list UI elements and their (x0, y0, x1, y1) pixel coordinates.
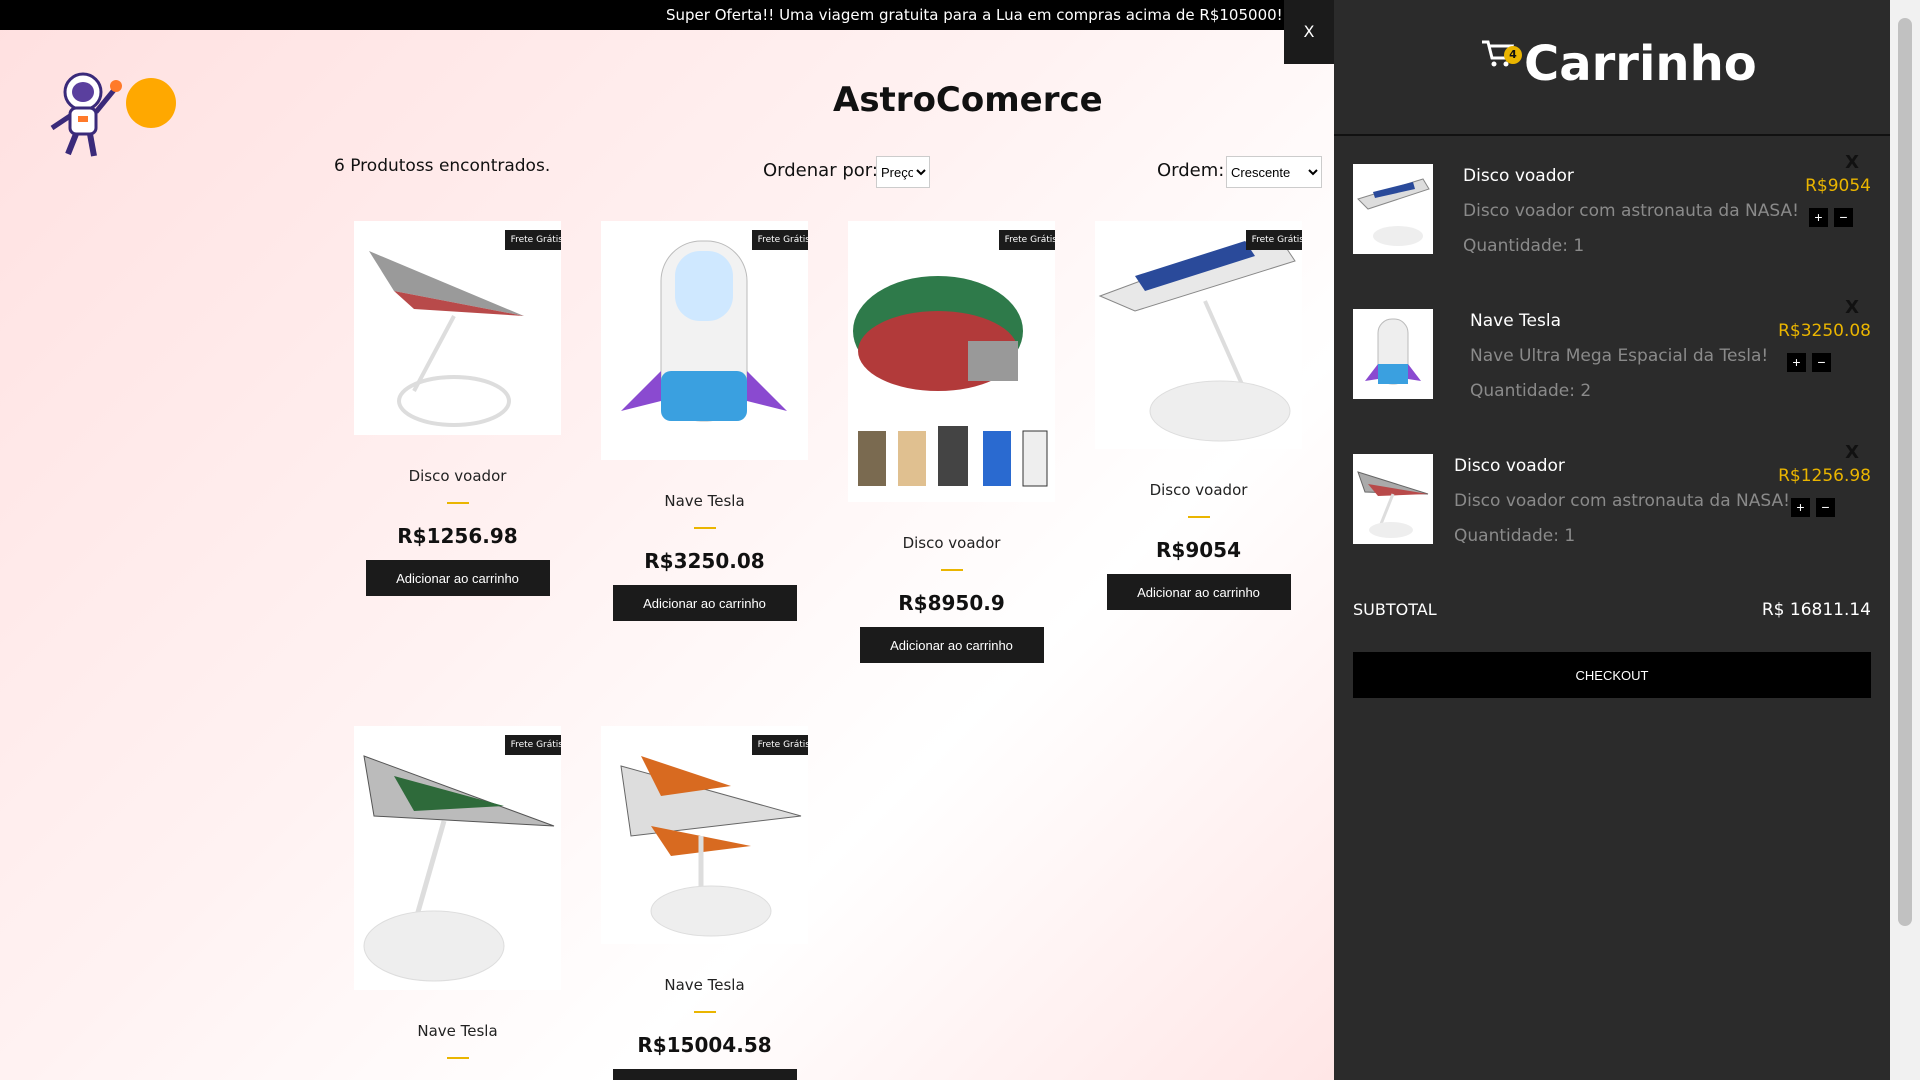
product-card: Frete Grátis Nave Tesla R$15004.58 (581, 726, 828, 1080)
separator (1187, 516, 1210, 518)
product-card: Frete Grátis Disco voador R$9054 Adicion… (1075, 221, 1322, 610)
product-price: R$3250.08 (644, 549, 765, 573)
add-to-cart-button[interactable] (612, 1069, 797, 1080)
free-shipping-badge: Frete Grátis (504, 230, 561, 250)
product-price: R$15004.58 (637, 1033, 772, 1057)
increase-quantity-button[interactable]: + (1787, 353, 1806, 372)
product-image[interactable]: Frete Grátis (1095, 221, 1302, 449)
free-shipping-badge: Frete Grátis (751, 735, 808, 755)
cart-item-description: Disco voador com astronauta da NASA! (1454, 491, 1790, 511)
add-to-cart-button[interactable]: Adicionar ao carrinho (1106, 574, 1291, 610)
cart-item-image (1353, 164, 1433, 254)
cart-item-name: Disco voador (1463, 166, 1574, 186)
cart-item-description: Disco voador com astronauta da NASA! (1463, 201, 1799, 221)
close-cart-button[interactable]: X (1284, 0, 1334, 64)
product-image[interactable]: Frete Grátis (601, 726, 808, 944)
spaceship-icon (620, 756, 802, 937)
separator (940, 569, 963, 571)
cart-panel: 4 Carrinho Disco voador Disco voador com… (1334, 0, 1890, 1080)
sort-label: Ordenar por: (763, 160, 878, 181)
product-price: R$1256.98 (397, 524, 518, 548)
product-name: Nave Tesla (417, 1022, 498, 1040)
cart-item: Disco voador Disco voador com astronauta… (1353, 442, 1871, 546)
spaceship-icon (853, 276, 1048, 487)
separator (693, 527, 716, 529)
decrease-quantity-button[interactable]: − (1834, 208, 1853, 227)
product-name: Disco voador (902, 534, 1001, 552)
product-card: Frete Grátis Disco voador R$1256.98 Adic… (334, 221, 581, 596)
product-card: Frete Grátis Nave Tesla (334, 726, 581, 1059)
cart-item-image (1353, 309, 1433, 399)
product-image[interactable]: Frete Grátis (848, 221, 1055, 502)
product-card: Frete Grátis Nave Tesla R$3250.08 Adicio… (581, 221, 828, 621)
product-card: Frete Grátis Disco voador R$8950.9 Adici… (828, 221, 1075, 663)
increase-quantity-button[interactable]: + (1791, 498, 1810, 517)
cart-item-price: R$9054 (1805, 176, 1871, 196)
add-to-cart-button[interactable]: Adicionar ao carrinho (859, 627, 1044, 663)
order-label: Ordem: (1157, 160, 1225, 181)
remove-item-button[interactable]: X (1845, 442, 1859, 463)
spaceship-icon (363, 755, 555, 982)
cart-item-description: Nave Ultra Mega Espacial da Tesla! (1470, 346, 1769, 366)
separator (446, 502, 469, 504)
spaceship-icon (1098, 230, 1296, 442)
free-shipping-badge: Frete Grátis (998, 230, 1055, 250)
cart-item-price: R$1256.98 (1778, 466, 1871, 486)
remove-item-button[interactable]: X (1845, 297, 1859, 318)
product-price: R$8950.9 (898, 591, 1005, 615)
remove-item-button[interactable]: X (1845, 152, 1859, 173)
product-image[interactable]: Frete Grátis (354, 726, 561, 990)
product-name: Nave Tesla (664, 976, 745, 994)
increase-quantity-button[interactable]: + (1809, 208, 1828, 227)
product-price: R$9054 (1156, 538, 1241, 562)
cart-item-quantity: Quantidade: 1 (1454, 526, 1576, 546)
cart-item: Disco voador Disco voador com astronauta… (1353, 152, 1871, 256)
cart-title: Carrinho (1524, 36, 1757, 92)
cart-item: Nave Tesla Nave Ultra Mega Espacial da T… (1353, 297, 1871, 401)
add-to-cart-button[interactable]: Adicionar ao carrinho (612, 585, 797, 621)
product-name: Nave Tesla (664, 492, 745, 510)
product-name: Disco voador (408, 467, 507, 485)
product-name: Disco voador (1149, 481, 1248, 499)
separator (693, 1011, 716, 1013)
cart-item-image (1353, 454, 1433, 544)
free-shipping-badge: Frete Grátis (751, 230, 808, 250)
astronaut-logo-icon (50, 72, 122, 157)
cart-header: 4 Carrinho (1334, 0, 1890, 136)
spaceship-icon (369, 251, 524, 427)
free-shipping-badge: Frete Grátis (504, 735, 561, 755)
scrollbar-thumb[interactable] (1898, 18, 1912, 926)
rocket-icon (621, 240, 787, 422)
subtotal-value: R$ 16811.14 (1761, 600, 1871, 620)
separator (446, 1057, 469, 1059)
scrollbar[interactable] (1890, 0, 1920, 1080)
cart-item-quantity: Quantidade: 1 (1463, 236, 1585, 256)
cart-item-name: Nave Tesla (1470, 311, 1562, 331)
decrease-quantity-button[interactable]: − (1812, 353, 1831, 372)
promo-banner: Super Oferta!! Uma viagem gratuita para … (0, 0, 1334, 30)
logo-dot (126, 78, 176, 128)
product-image[interactable]: Frete Grátis (601, 221, 808, 460)
subtotal-label: SUBTOTAL (1353, 600, 1437, 619)
products-found-count: 6 Produtoss encontrados. (334, 156, 551, 176)
cart-item-name: Disco voador (1454, 456, 1565, 476)
order-select[interactable]: Crescente (1226, 156, 1322, 188)
product-image[interactable]: Frete Grátis (354, 221, 561, 435)
cart-item-price: R$3250.08 (1778, 321, 1871, 341)
add-to-cart-button[interactable]: Adicionar ao carrinho (365, 560, 550, 596)
cart-count-badge: 4 (1504, 46, 1522, 64)
sort-select[interactable]: Preço (876, 156, 930, 188)
checkout-button[interactable]: CHECKOUT (1353, 652, 1871, 698)
cart-item-quantity: Quantidade: 2 (1470, 381, 1592, 401)
free-shipping-badge: Frete Grátis (1245, 230, 1302, 250)
decrease-quantity-button[interactable]: − (1816, 498, 1835, 517)
store-main: Super Oferta!! Uma viagem gratuita para … (0, 0, 1334, 1080)
promo-text: Super Oferta!! Uma viagem gratuita para … (666, 6, 1283, 24)
store-title: AstroComerce (833, 80, 1103, 120)
